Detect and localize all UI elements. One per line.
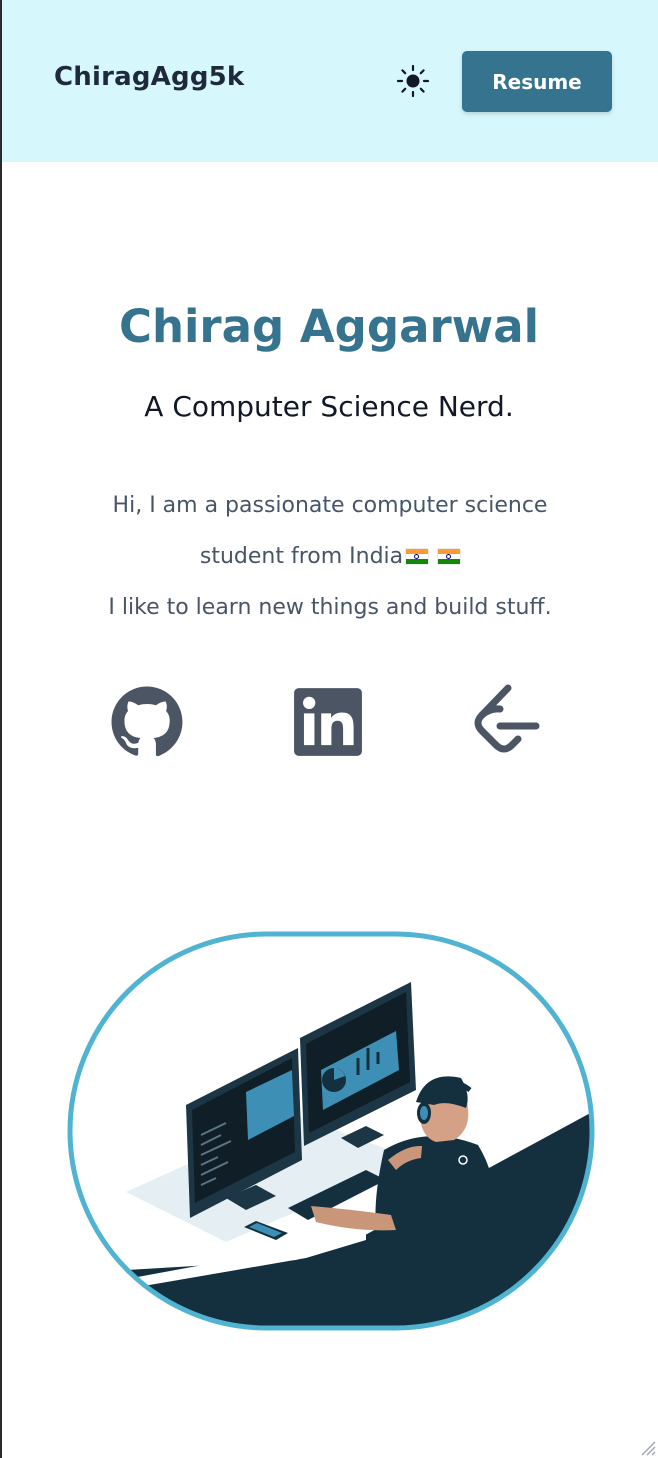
- bio-line: student from India: [60, 531, 600, 582]
- sun-icon: [396, 64, 430, 98]
- navbar: ChiragAgg5k Resume: [2, 0, 658, 162]
- hero-bio: Hi, I am a passionate computer science s…: [60, 480, 600, 633]
- github-link[interactable]: [110, 684, 184, 760]
- linkedin-icon: [294, 688, 362, 756]
- bio-line: Hi, I am a passionate computer science: [60, 480, 600, 531]
- bio-text: Hi, I am a passionate computer science: [112, 493, 548, 518]
- linkedin-link[interactable]: [291, 684, 365, 760]
- window-left-border: [0, 0, 2, 1458]
- india-flag-icon: [438, 549, 461, 564]
- bio-text: I like to learn new things and build stu…: [108, 595, 552, 620]
- developer-at-desk-illustration: [66, 930, 596, 1332]
- leetcode-icon: [474, 684, 540, 753]
- github-icon: [111, 686, 183, 757]
- india-flag-icon: [406, 549, 429, 564]
- leetcode-link[interactable]: [470, 684, 544, 760]
- brand-logo[interactable]: ChiragAgg5k: [54, 62, 244, 92]
- resume-button[interactable]: Resume: [462, 51, 612, 112]
- bio-line: I like to learn new things and build stu…: [60, 582, 600, 633]
- hero-subtitle: A Computer Science Nerd.: [144, 390, 514, 423]
- bio-text: student from India: [199, 544, 404, 569]
- hero-name: Chirag Aggarwal: [118, 300, 540, 353]
- resize-grip-icon[interactable]: [638, 1438, 656, 1456]
- theme-toggle-button[interactable]: [396, 64, 430, 98]
